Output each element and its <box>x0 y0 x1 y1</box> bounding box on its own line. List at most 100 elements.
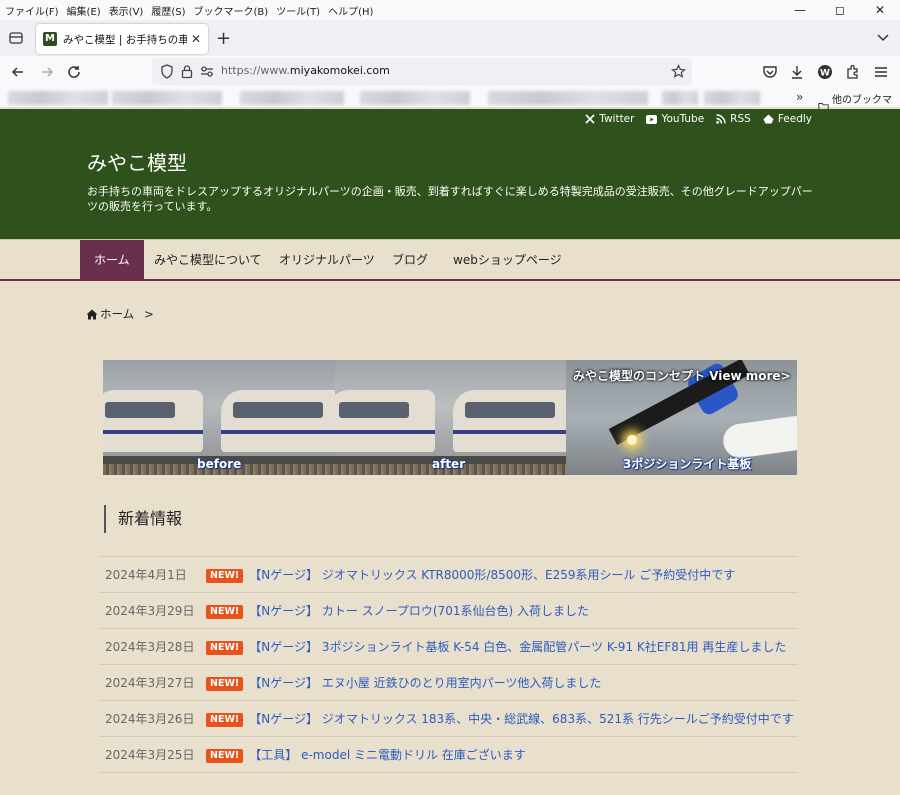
news-text[interactable]: 【Nゲージ】 エヌ小屋 近鉄ひのとり用室内パーツ他入荷しました <box>249 676 601 690</box>
news-list: 2024年4月1日 NEW! 【Nゲージ】 ジオマトリックス KTR8000形/8… <box>100 556 798 773</box>
main-navigation: ホーム みやこ模型について オリジナルパーツ ブログ webショップページ <box>0 239 900 281</box>
news-item: 2024年4月1日 NEW! 【Nゲージ】 ジオマトリックス KTR8000形/8… <box>100 557 798 593</box>
news-link[interactable]: NEW! 【Nゲージ】 ジオマトリックス 183系、中央・総武線、683系、521… <box>206 709 794 729</box>
window-controls: — ◻ ✕ <box>780 0 900 20</box>
nav-about[interactable]: みやこ模型について <box>140 240 276 280</box>
list-all-tabs-icon[interactable] <box>876 30 890 44</box>
address-bar[interactable]: https://www.miyakomokei.com <box>152 58 692 85</box>
blurred-bookmarks[interactable] <box>662 91 698 105</box>
blurred-bookmarks[interactable] <box>704 91 760 105</box>
tab-list-icon[interactable] <box>8 30 24 46</box>
news-text[interactable]: 【Nゲージ】 3ポジションライト基板 K-54 白色、金属配管パーツ K-91 … <box>249 640 786 654</box>
news-text[interactable]: 【Nゲージ】 ジオマトリックス 183系、中央・総武線、683系、521系 行先… <box>249 712 794 726</box>
bookmark-star-icon[interactable] <box>671 64 686 79</box>
hero-banner[interactable]: before after みやこ模型のコンセプト View more> 3ポジシ… <box>103 360 797 475</box>
nav-original-parts[interactable]: オリジナルパーツ <box>265 240 389 280</box>
menu-history[interactable]: 履歴(S) <box>146 3 188 18</box>
new-badge: NEW! <box>206 569 244 583</box>
tracking-shield-icon[interactable] <box>160 64 174 79</box>
news-date: 2024年3月25日 <box>105 748 195 762</box>
bookmarks-toolbar: » 他のブックマーク <box>0 88 900 121</box>
menu-file[interactable]: ファイル(F) <box>0 3 62 18</box>
news-link[interactable]: NEW! 【Nゲージ】 エヌ小屋 近鉄ひのとり用室内パーツ他入荷しました <box>206 673 794 693</box>
new-tab-icon[interactable]: + <box>216 28 231 49</box>
permissions-icon[interactable] <box>200 65 214 78</box>
new-badge: NEW! <box>206 641 244 655</box>
site-header: Twitter YouTube RSS Feedly みやこ模型 お手持ちの車両… <box>0 109 900 239</box>
breadcrumb: ホーム > <box>86 306 154 322</box>
banner-board-label: 3ポジションライト基板 <box>623 457 752 471</box>
led-glow <box>627 435 637 445</box>
url-domain: miyakomokei.com <box>289 64 390 77</box>
menu-bookmarks[interactable]: ブックマーク(B) <box>189 3 272 18</box>
tab-bar: M みやこ模型 | お手持ちの車両をドレ ✕ + <box>0 20 900 56</box>
nav-webshop[interactable]: webショップページ <box>439 240 576 280</box>
rss-icon <box>716 114 726 124</box>
maximize-icon[interactable]: ◻ <box>820 0 860 20</box>
news-link[interactable]: NEW! 【Nゲージ】 カトー スノープロウ(701系仙台色) 入荷しました <box>206 601 794 621</box>
nav-home[interactable]: ホーム <box>80 240 144 280</box>
train-car <box>453 390 573 452</box>
site-description: お手持ちの車両をドレスアップするオリジナルパーツの企画・販売、到着すればすぐに楽… <box>87 185 813 213</box>
x-twitter-icon <box>585 114 595 124</box>
menu-bar: ファイル(F) 編集(E) 表示(V) 履歴(S) ブックマーク(B) ツール(… <box>0 0 900 20</box>
rss-link[interactable]: RSS <box>716 113 751 125</box>
news-link[interactable]: NEW! 【Nゲージ】 ジオマトリックス KTR8000形/8500形、E259系… <box>206 565 794 585</box>
news-text[interactable]: 【工具】 e-model ミニ電動ドリル 在庫ございます <box>249 748 526 762</box>
new-badge: NEW! <box>206 749 244 763</box>
svg-text:W: W <box>820 69 830 79</box>
forward-icon[interactable] <box>39 64 55 80</box>
pocket-icon[interactable] <box>762 64 778 80</box>
menu-help[interactable]: ヘルプ(H) <box>323 3 376 18</box>
extensions-icon[interactable] <box>845 64 861 80</box>
news-date: 2024年3月29日 <box>105 604 195 618</box>
news-item: 2024年3月26日 NEW! 【Nゲージ】 ジオマトリックス 183系、中央・総… <box>100 701 798 737</box>
navigation-toolbar: https://www.miyakomokei.com W <box>0 56 900 88</box>
news-date: 2024年4月1日 <box>105 568 187 582</box>
banner-before-label: before <box>197 457 242 471</box>
news-heading: 新着情報 <box>104 505 182 533</box>
close-window-icon[interactable]: ✕ <box>860 0 900 20</box>
tab-close-icon[interactable]: ✕ <box>191 32 201 46</box>
youtube-link[interactable]: YouTube <box>646 113 704 125</box>
news-link[interactable]: NEW! 【工具】 e-model ミニ電動ドリル 在庫ございます <box>206 745 794 765</box>
bookmarks-overflow-icon[interactable]: » <box>796 90 803 104</box>
blurred-bookmarks[interactable] <box>488 91 648 105</box>
menu-edit[interactable]: 編集(E) <box>62 3 104 18</box>
nav-blog[interactable]: ブログ <box>378 240 442 280</box>
banner-concept-link[interactable]: みやこ模型のコンセプト View more> <box>573 367 791 384</box>
lock-icon[interactable] <box>181 64 193 79</box>
back-icon[interactable] <box>10 64 26 80</box>
news-item: 2024年3月28日 NEW! 【Nゲージ】 3ポジションライト基板 K-54 白… <box>100 629 798 665</box>
downloads-icon[interactable] <box>789 64 805 80</box>
train-car <box>103 390 203 452</box>
feedly-link[interactable]: Feedly <box>763 113 812 125</box>
tab-active[interactable]: M みやこ模型 | お手持ちの車両をドレ ✕ <box>36 24 208 54</box>
blurred-bookmarks[interactable] <box>112 91 222 105</box>
news-item: 2024年3月27日 NEW! 【Nゲージ】 エヌ小屋 近鉄ひのとり用室内パーツ他… <box>100 665 798 701</box>
news-text[interactable]: 【Nゲージ】 カトー スノープロウ(701系仙台色) 入荷しました <box>249 604 589 618</box>
reload-icon[interactable] <box>66 64 82 80</box>
blurred-bookmarks[interactable] <box>360 91 470 105</box>
minimize-icon[interactable]: — <box>780 0 820 20</box>
news-item: 2024年3月25日 NEW! 【工具】 e-model ミニ電動ドリル 在庫ござ… <box>100 737 798 773</box>
account-icon[interactable]: W <box>817 64 833 80</box>
breadcrumb-home[interactable]: ホーム <box>100 306 134 322</box>
menu-tools[interactable]: ツール(T) <box>271 3 323 18</box>
hamburger-menu-icon[interactable] <box>873 64 889 80</box>
menu-view[interactable]: 表示(V) <box>104 3 147 18</box>
twitter-link[interactable]: Twitter <box>585 113 634 125</box>
breadcrumb-separator: > <box>144 307 154 321</box>
blurred-bookmarks[interactable] <box>240 91 344 105</box>
news-date: 2024年3月28日 <box>105 640 195 654</box>
banner-after-label: after <box>432 457 466 471</box>
train-car <box>327 390 435 452</box>
site-title[interactable]: みやこ模型 <box>87 147 187 176</box>
news-link[interactable]: NEW! 【Nゲージ】 3ポジションライト基板 K-54 白色、金属配管パーツ K… <box>206 637 794 657</box>
url-text[interactable]: https://www.miyakomokei.com <box>221 64 390 77</box>
news-text[interactable]: 【Nゲージ】 ジオマトリックス KTR8000形/8500形、E259系用シール… <box>249 568 735 582</box>
feedly-icon <box>763 114 774 124</box>
url-prefix: https://www. <box>221 64 290 77</box>
news-date: 2024年3月27日 <box>105 676 195 690</box>
blurred-bookmarks[interactable] <box>8 91 108 105</box>
